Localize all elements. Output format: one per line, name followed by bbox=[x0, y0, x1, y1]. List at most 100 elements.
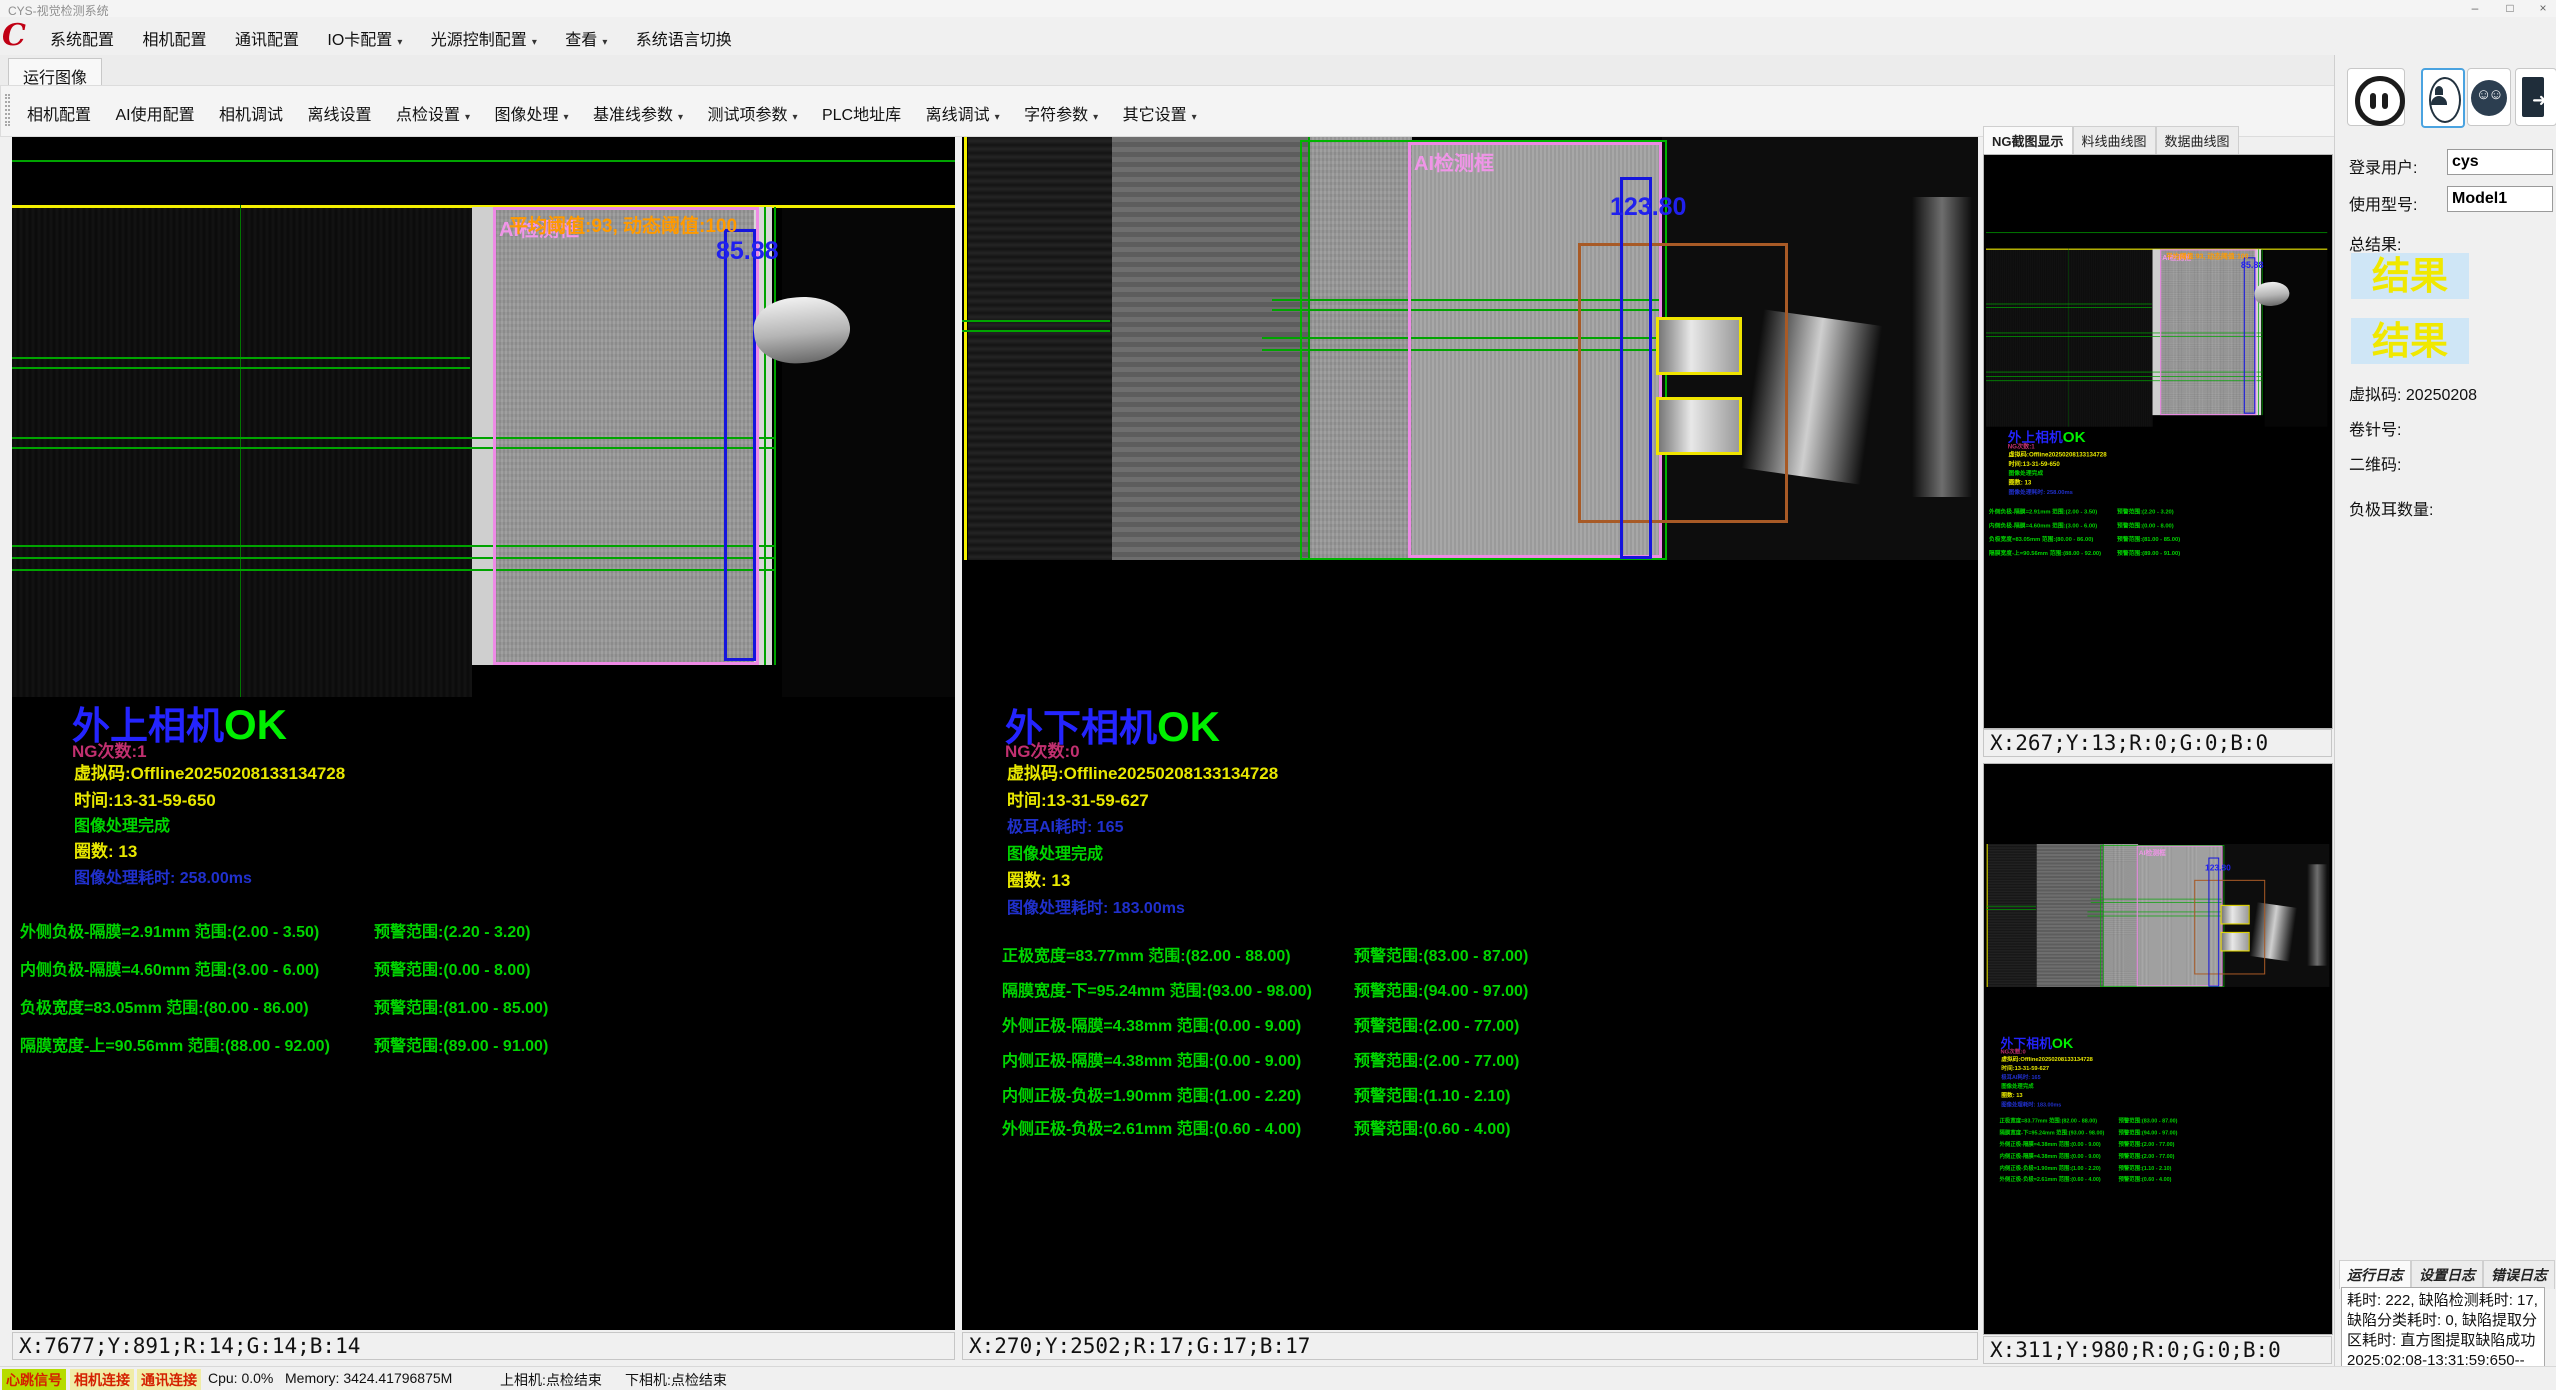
camera1-panel[interactable]: AI检测框 平均阈值:93, 动态阈值:100 85.88 外上相机OK NG次… bbox=[12, 137, 955, 1330]
camera2-process-done: 图像处理完成 bbox=[2001, 1082, 2033, 1090]
camera1-threshold-overlay: 平均阈值:93, 动态阈值:100 bbox=[2166, 251, 2249, 261]
tab-error-log[interactable]: 错误日志 bbox=[2483, 1260, 2555, 1289]
tool-char-params[interactable]: 字符参数▾ bbox=[1015, 86, 1107, 136]
menu-view[interactable]: 查看▾ bbox=[555, 17, 617, 55]
chevron-down-icon: ▾ bbox=[397, 37, 402, 48]
camera2-measure-box bbox=[1620, 177, 1652, 559]
ng-thumb-2[interactable]: AI检测框 123.80 外下相机OK NG次数:0 虚拟码:Offline20… bbox=[1983, 763, 2333, 1335]
memory-usage: Memory: 3424.41796875M bbox=[285, 1370, 452, 1386]
camera2-measure-value: 123.80 bbox=[1610, 193, 1686, 222]
tool-ai-usage-config[interactable]: AI使用配置 bbox=[106, 86, 203, 136]
camera2-process-done: 图像处理完成 bbox=[1007, 840, 1103, 864]
tool-other-settings[interactable]: 其它设置▾ bbox=[1114, 86, 1206, 136]
tab-data-curve[interactable]: 数据曲线图 bbox=[2156, 126, 2239, 154]
menu-system-config[interactable]: 系统配置 bbox=[40, 17, 124, 55]
lower-camera-status: 下相机:点检结束 bbox=[625, 1370, 727, 1390]
camera1-status: OK bbox=[224, 701, 287, 748]
tool-offline-settings[interactable]: 离线设置 bbox=[299, 86, 381, 136]
ng-thumb-1[interactable]: AI检测框 平均阈值:93, 动态阈值:100 85.88 外上相机OK NG次… bbox=[1983, 154, 2333, 729]
result-badge-2: 结果 bbox=[2351, 318, 2469, 364]
chevron-down-icon: ▾ bbox=[564, 112, 569, 123]
vcode-label: 虚拟码: 20250208 bbox=[2349, 381, 2477, 405]
camera2-tab-box-2 bbox=[1656, 397, 1742, 455]
menu-bar: C 系统配置 相机配置 通讯配置 IO卡配置▾ 光源控制配置▾ 查看▾ 系统语言… bbox=[0, 17, 2556, 55]
chevron-down-icon: ▾ bbox=[793, 112, 798, 123]
camera1-image-right-region bbox=[782, 207, 955, 697]
camera1-elapsed: 图像处理耗时: 258.00ms bbox=[74, 864, 252, 888]
neg-tab-count-label: 负极耳数量: bbox=[2349, 496, 2433, 520]
tool-camera-debug[interactable]: 相机调试 bbox=[210, 86, 292, 136]
tool-test-item-params[interactable]: 测试项参数▾ bbox=[698, 86, 806, 136]
menu-camera-config[interactable]: 相机配置 bbox=[132, 17, 216, 55]
toolbar-drag-handle[interactable] bbox=[5, 94, 10, 126]
camera2-elapsed: 图像处理耗时: 183.00ms bbox=[2001, 1100, 2061, 1108]
minimize-icon[interactable]: – bbox=[2460, 0, 2490, 16]
tool-plc-address-lib[interactable]: PLC地址库 bbox=[813, 86, 910, 136]
user-button[interactable] bbox=[2421, 68, 2465, 128]
maximize-icon[interactable]: □ bbox=[2495, 0, 2525, 16]
model-input[interactable] bbox=[2447, 186, 2553, 212]
camera1-measure-box bbox=[724, 229, 756, 661]
logout-button[interactable]: ➜ bbox=[2515, 68, 2556, 126]
tab-strip: 运行图像 bbox=[0, 55, 2556, 86]
camera1-ai-detect-box bbox=[493, 207, 759, 665]
pause-button[interactable] bbox=[2347, 68, 2405, 126]
chevron-down-icon: ▾ bbox=[995, 112, 1000, 123]
thumb1-coord-readout: X:267;Y:13;R:0;G:0;B:0 bbox=[1983, 729, 2332, 757]
app-logo-icon: C bbox=[2, 19, 34, 53]
menu-light-control-config[interactable]: 光源控制配置▾ bbox=[421, 17, 547, 55]
camera1-process-done: 图像处理完成 bbox=[74, 812, 170, 836]
camera2-status: OK bbox=[2052, 1035, 2073, 1051]
tool-camera-config[interactable]: 相机配置 bbox=[18, 86, 100, 136]
tab-ng-capture[interactable]: NG截图显示 bbox=[1983, 126, 2073, 154]
camera1-time: 时间:13-31-59-650 bbox=[2008, 459, 2059, 468]
total-result-label: 总结果: bbox=[2349, 231, 2401, 255]
camera1-image-right-region bbox=[2265, 249, 2328, 426]
camera2-time: 时间:13-31-59-627 bbox=[2001, 1063, 2049, 1071]
tab-setting-log[interactable]: 设置日志 bbox=[2411, 1260, 2483, 1289]
camera1-thumbnail-view[interactable]: AI检测框 平均阈值:93, 动态阈值:100 85.88 外上相机OK NG次… bbox=[1986, 224, 2327, 656]
camera2-loop-count: 圈数: 13 bbox=[2001, 1090, 2022, 1098]
camera2-status: OK bbox=[1157, 703, 1220, 750]
tab-run-log[interactable]: 运行日志 bbox=[2339, 1260, 2411, 1289]
camera2-ai-elapsed: 极耳AI耗时: 165 bbox=[2001, 1072, 2040, 1080]
qr-label: 二维码: bbox=[2349, 451, 2401, 475]
camera2-ai-box-label: AI检测框 bbox=[1414, 147, 1494, 176]
model-label: 使用型号: bbox=[2349, 191, 2417, 215]
camera2-image-left-region bbox=[968, 137, 1112, 560]
camera2-defect-box bbox=[2194, 880, 2265, 975]
tab-line-curve[interactable]: 料线曲线图 bbox=[2073, 126, 2156, 154]
camera1-elapsed: 图像处理耗时: 258.00ms bbox=[2008, 487, 2072, 496]
tool-baseline-params[interactable]: 基准线参数▾ bbox=[584, 86, 692, 136]
tool-image-processing[interactable]: 图像处理▾ bbox=[485, 86, 577, 136]
preview-tab-strip: NG截图显示料线曲线图数据曲线图 bbox=[1983, 126, 2333, 154]
camera1-loop-count: 圈数: 13 bbox=[74, 837, 137, 862]
tool-spot-check[interactable]: 点检设置▾ bbox=[387, 86, 479, 136]
camera1-vcode: 虚拟码:Offline20250208133134728 bbox=[2008, 449, 2106, 458]
camera2-measure-box bbox=[2208, 858, 2219, 987]
tool-offline-debug[interactable]: 离线调试▾ bbox=[917, 86, 1009, 136]
close-icon[interactable]: × bbox=[2528, 0, 2556, 16]
menu-language-switch[interactable]: 系统语言切换 bbox=[626, 17, 742, 55]
camera2-thumbnail-view[interactable]: AI检测框 123.80 外下相机OK NG次数:0 虚拟码:Offline20… bbox=[1986, 844, 2329, 1247]
menu-comm-config[interactable]: 通讯配置 bbox=[225, 17, 309, 55]
upper-camera-status: 上相机:点检结束 bbox=[500, 1370, 602, 1390]
chevron-down-icon: ▾ bbox=[602, 37, 607, 48]
user-group-button[interactable]: ☺☺ bbox=[2467, 68, 2511, 126]
camera1-coord-readout: X:7677;Y:891;R:14;G:14;B:14 bbox=[12, 1332, 955, 1360]
camera1-image-left-region bbox=[1986, 249, 2153, 426]
menu-io-card-config[interactable]: IO卡配置▾ bbox=[317, 17, 412, 55]
heartbeat-badge: 心跳信号 bbox=[2, 1369, 66, 1390]
title-bar: CYS-视觉检测系统 – □ × bbox=[0, 0, 2556, 17]
camera2-panel[interactable]: AI检测框 123.80 外下相机OK NG次数:0 虚拟码:Offline20… bbox=[962, 137, 1978, 1330]
chevron-down-icon: ▾ bbox=[465, 112, 470, 123]
chevron-down-icon: ▾ bbox=[532, 37, 537, 48]
status-bar: 心跳信号 相机连接 通讯连接 Cpu: 0.0% Memory: 3424.41… bbox=[0, 1366, 2556, 1390]
login-user-input[interactable] bbox=[2447, 149, 2553, 175]
camera2-ai-elapsed: 极耳AI耗时: 165 bbox=[1007, 813, 1123, 837]
camera2-coord-readout: X:270;Y:2502;R:17;G:17;B:17 bbox=[962, 1332, 1978, 1360]
pause-icon bbox=[2355, 76, 2405, 126]
app-window: CYS-视觉检测系统 – □ × C 系统配置 相机配置 通讯配置 IO卡配置▾… bbox=[0, 0, 2556, 1390]
camera2-ai-box-label: AI检测框 bbox=[2139, 847, 2166, 857]
right-panel: ☺☺ ➜ 登录用户: 使用型号: 总结果: 结果 结果 虚拟码: 2025020… bbox=[2334, 55, 2556, 1366]
